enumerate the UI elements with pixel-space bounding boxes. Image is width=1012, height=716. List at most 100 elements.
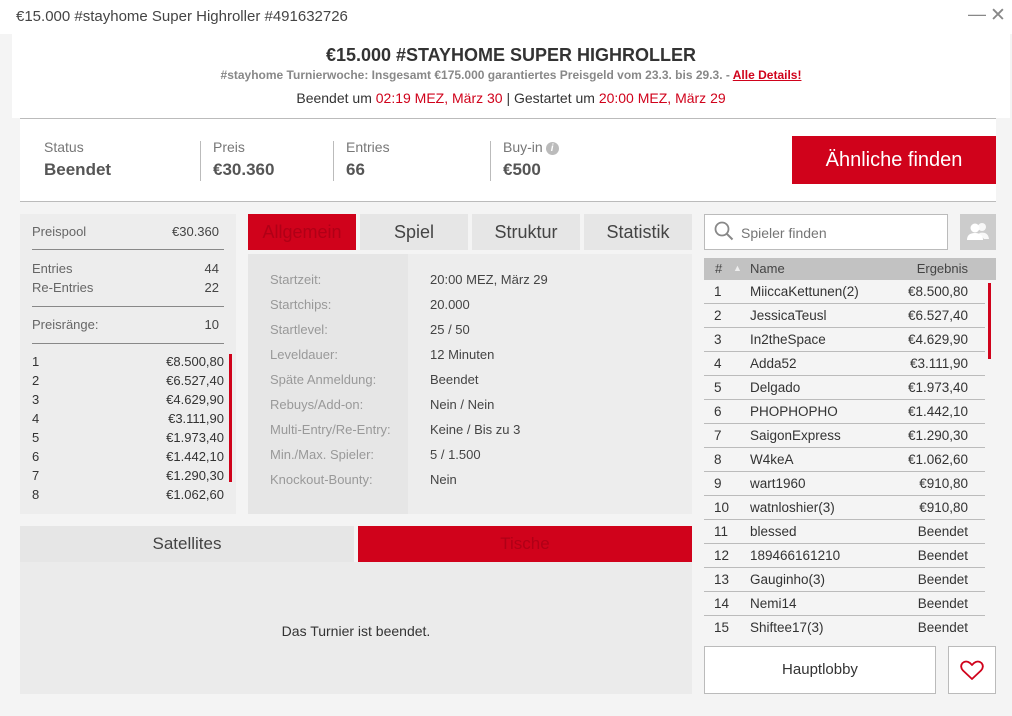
player-row[interactable]: 6 PHOPHOPHO €1.442,10	[704, 400, 985, 424]
info-value: Nein / Nein	[430, 397, 495, 412]
player-name: wart1960	[750, 476, 806, 491]
prize-list-scrollbar[interactable]	[229, 354, 232, 482]
player-result: €910,80	[919, 500, 968, 515]
info-label: Startzeit:	[270, 272, 322, 287]
prize-row: 4 €3.111,90	[32, 411, 224, 426]
info-value: Keine / Bis zu 3	[430, 422, 521, 437]
buyin-label: Buy-in i	[503, 139, 559, 155]
sort-asc-icon[interactable]: ▲	[733, 263, 742, 273]
tab-general[interactable]: Allgemein	[248, 214, 356, 250]
player-row[interactable]: 4 Adda52 €3.111,90	[704, 352, 985, 376]
player-rank: 12	[714, 548, 730, 563]
player-result: €1.290,30	[907, 428, 968, 443]
window-title: €15.000 #stayhome Super Highroller #4916…	[16, 8, 348, 25]
paid-ranks-label: Preisränge:	[32, 317, 99, 332]
player-row[interactable]: 12 189466161210 Beendet	[704, 544, 985, 568]
prize-amount: €1.973,40	[166, 430, 224, 445]
col-rank[interactable]: #	[715, 261, 722, 276]
player-row[interactable]: 11 blessed Beendet	[704, 520, 985, 544]
friends-icon	[967, 223, 989, 240]
player-result: €1.973,40	[907, 380, 968, 395]
player-result: €1.062,60	[907, 452, 968, 467]
players-scrollbar[interactable]	[988, 283, 991, 359]
player-result: €4.629,90	[907, 332, 968, 347]
player-row[interactable]: 10 watnloshier(3) €910,80	[704, 496, 985, 520]
time-separator: |	[502, 90, 514, 106]
prize-amount: €4.629,90	[166, 392, 224, 407]
status-label: Status	[44, 139, 84, 155]
tab-structure[interactable]: Struktur	[472, 214, 580, 250]
tournament-ended-message: Das Turnier ist beendet.	[281, 623, 431, 639]
tab-statistics[interactable]: Statistik	[584, 214, 692, 250]
col-name[interactable]: Name	[750, 261, 785, 276]
buyin-value: €500	[503, 160, 541, 179]
main-lobby-button[interactable]: Hauptlobby	[704, 646, 936, 694]
divider	[32, 249, 224, 250]
player-row[interactable]: 8 W4keA €1.062,60	[704, 448, 985, 472]
player-row[interactable]: 7 SaigonExpress €1.290,30	[704, 424, 985, 448]
player-row[interactable]: 13 Gauginho(3) Beendet	[704, 568, 985, 592]
info-label: Rebuys/Add-on:	[270, 397, 364, 412]
player-result: €1.442,10	[907, 404, 968, 419]
info-value: Nein	[430, 472, 457, 487]
tournament-times: Beendet um 02:19 MEZ, März 30 | Gestarte…	[12, 90, 1010, 106]
player-rank: 8	[714, 452, 722, 467]
tab-satellites[interactable]: Satellites	[20, 526, 354, 562]
prize-row: 6 €1.442,10	[32, 449, 224, 464]
player-result: €8.500,80	[907, 284, 968, 299]
all-details-link[interactable]: Alle Details!	[733, 68, 802, 82]
entries-label: Entries	[346, 139, 390, 155]
buyin-label-text: Buy-in	[503, 139, 543, 155]
player-search	[704, 214, 948, 250]
tournament-title: €15.000 #STAYHOME SUPER HIGHROLLER	[325, 45, 697, 65]
prize-row: 3 €4.629,90	[32, 392, 224, 407]
player-rank: 1	[714, 284, 722, 299]
close-button[interactable]: ✕	[990, 4, 1006, 27]
tournament-header: €15.000 #STAYHOME SUPER HIGHROLLER #stay…	[12, 34, 1010, 118]
prize-rank: 8	[32, 487, 40, 502]
divider	[32, 343, 224, 344]
player-name: Nemi14	[750, 596, 797, 611]
search-icon	[714, 221, 734, 241]
started-label: Gestartet um	[514, 90, 599, 106]
player-name: Adda52	[750, 356, 797, 371]
players-table-header: # ▲ Name Ergebnis	[704, 258, 996, 280]
prize-row: 1 €8.500,80	[32, 354, 224, 369]
player-name: Delgado	[750, 380, 801, 395]
info-label: Multi-Entry/Re-Entry:	[270, 422, 391, 437]
search-input[interactable]	[741, 224, 941, 242]
player-rank: 6	[714, 404, 722, 419]
player-row[interactable]: 2 JessicaTeusl €6.527,40	[704, 304, 985, 328]
player-row[interactable]: 15 Shiftee17(3) Beendet	[704, 616, 985, 640]
prize-label: Preis	[213, 139, 245, 155]
info-icon[interactable]: i	[545, 142, 559, 155]
player-row[interactable]: 5 Delgado €1.973,40	[704, 376, 985, 400]
find-similar-button[interactable]: Ähnliche finden	[792, 136, 996, 184]
info-value: Beendet	[430, 372, 479, 387]
prize-rank: 3	[32, 392, 40, 407]
reentries-value: 22	[204, 280, 219, 295]
tab-tables[interactable]: Tische	[358, 526, 692, 562]
player-rank: 4	[714, 356, 722, 371]
player-result: Beendet	[917, 572, 968, 587]
reentries-row: Re-Entries 22	[32, 280, 219, 295]
friends-button[interactable]	[960, 214, 996, 250]
prize-amount: €1.442,10	[166, 449, 224, 464]
minimize-button[interactable]: —	[968, 4, 986, 25]
favorite-button[interactable]	[948, 646, 996, 694]
player-row[interactable]: 1 MiiccaKettunen(2) €8.500,80	[704, 280, 985, 304]
prize-amount: €1.062,60	[166, 487, 224, 502]
player-rank: 2	[714, 308, 722, 323]
col-result[interactable]: Ergebnis	[917, 261, 968, 276]
prizepool-label: Preispool	[32, 224, 87, 239]
tab-game[interactable]: Spiel	[360, 214, 468, 250]
player-name: Gauginho(3)	[750, 572, 826, 587]
player-row[interactable]: 9 wart1960 €910,80	[704, 472, 985, 496]
player-rank: 7	[714, 428, 722, 443]
info-value: 5 / 1.500	[430, 447, 481, 462]
info-value: 12 Minuten	[430, 347, 495, 362]
player-row[interactable]: 3 In2theSpace €4.629,90	[704, 328, 985, 352]
prize-amount: €3.111,90	[168, 411, 224, 426]
subtitle-text: #stayhome Turnierwoche: Insgesamt €175.0…	[220, 68, 733, 82]
player-row[interactable]: 14 Nemi14 Beendet	[704, 592, 985, 616]
